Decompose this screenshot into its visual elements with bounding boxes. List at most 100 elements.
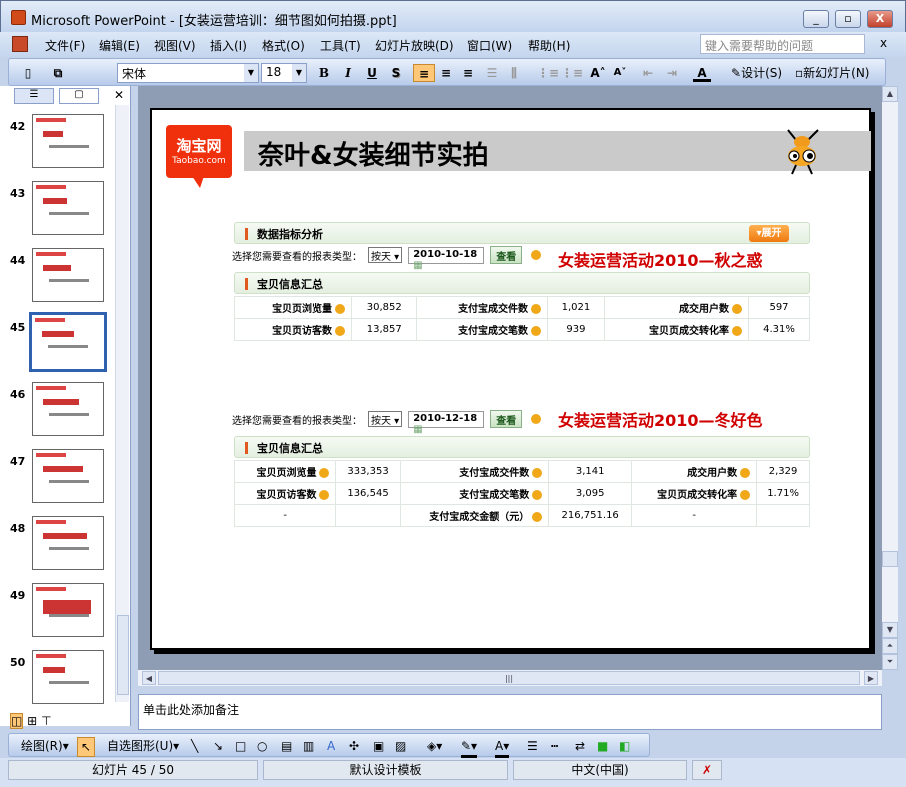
autoshapes-menu[interactable]: 自选图形(U)▾ bbox=[107, 737, 179, 755]
new-document-icon[interactable]: ▯ bbox=[19, 64, 37, 82]
next-slide-button[interactable]: ⏷ bbox=[882, 654, 898, 670]
slide-thumbnail[interactable] bbox=[32, 650, 104, 704]
slide-thumbnail[interactable] bbox=[32, 181, 104, 235]
oval-icon[interactable]: ○ bbox=[257, 737, 267, 755]
horizontal-scrollbar[interactable]: ◀ ||| ▶ bbox=[138, 670, 882, 686]
new-slide-button[interactable]: ▫新幻灯片(N) bbox=[795, 64, 869, 82]
menu-view[interactable]: 视图(V) bbox=[154, 37, 196, 54]
menu-format[interactable]: 格式(O) bbox=[262, 37, 305, 54]
line-icon[interactable]: ╲ bbox=[191, 737, 198, 755]
font-select[interactable]: 宋体 ▼ bbox=[117, 63, 259, 83]
increase-indent-icon[interactable]: ⇥ bbox=[663, 64, 681, 82]
justify-icon[interactable]: ☰ bbox=[483, 64, 501, 82]
arrow-icon[interactable]: ↘ bbox=[213, 737, 223, 755]
cell-text: 支付宝成交金额（元） bbox=[429, 512, 530, 523]
date-input[interactable]: 2010-10-18 ▦ bbox=[408, 246, 485, 271]
font-color-icon[interactable]: A bbox=[693, 64, 711, 82]
vertical-textbox-icon[interactable]: ▥ bbox=[303, 737, 314, 755]
slide-thumbnail[interactable] bbox=[32, 248, 104, 302]
bullets-icon[interactable]: ⋮≡ bbox=[561, 64, 583, 82]
picture-icon[interactable]: ▨ bbox=[395, 737, 406, 755]
3d-style-icon[interactable]: ◧ bbox=[619, 737, 630, 755]
draw-menu[interactable]: 绘图(R)▾ bbox=[21, 737, 69, 755]
menu-edit[interactable]: 编辑(E) bbox=[99, 37, 140, 54]
dash-style-icon[interactable]: ┅ bbox=[551, 737, 558, 755]
rectangle-icon[interactable]: □ bbox=[235, 737, 246, 755]
panel-title: 数据指标分析 bbox=[257, 228, 323, 241]
copy-icon[interactable]: ⧉ bbox=[49, 64, 67, 82]
slide-thumbnail[interactable] bbox=[32, 382, 104, 436]
document-icon[interactable] bbox=[12, 36, 28, 52]
menu-window[interactable]: 窗口(W) bbox=[467, 37, 512, 54]
align-right-button[interactable]: ≡ bbox=[459, 64, 477, 82]
scroll-up-button[interactable]: ▲ bbox=[882, 86, 898, 102]
bold-button[interactable]: B bbox=[315, 64, 333, 82]
arrow-style-icon[interactable]: ⇄ bbox=[575, 737, 585, 755]
menu-tools[interactable]: 工具(T) bbox=[320, 37, 361, 54]
normal-view-icon[interactable]: ◫ bbox=[10, 713, 24, 729]
distribute-icon[interactable]: ⫼ bbox=[505, 64, 523, 82]
line-color-icon[interactable]: ✎▾ bbox=[461, 737, 478, 758]
design-button[interactable]: ✎设计(S) bbox=[731, 64, 782, 82]
scroll-thumb[interactable]: ||| bbox=[158, 671, 860, 685]
restore-button[interactable]: ▫ bbox=[835, 10, 861, 28]
scroll-thumb[interactable] bbox=[117, 615, 129, 695]
close-button[interactable]: X bbox=[867, 10, 893, 28]
menu-help[interactable]: 帮助(H) bbox=[528, 37, 570, 54]
report-type-select[interactable]: 按天 ▾ bbox=[368, 247, 403, 263]
slide-thumbnail[interactable] bbox=[29, 312, 107, 372]
slideshow-icon[interactable]: ⊤ bbox=[41, 714, 51, 728]
date-input[interactable]: 2010-12-18 ▦ bbox=[408, 410, 485, 435]
help-search-input[interactable]: 键入需要帮助的问题 bbox=[700, 34, 865, 54]
menu-slideshow[interactable]: 幻灯片放映(D) bbox=[375, 37, 454, 54]
underline-button[interactable]: U bbox=[363, 64, 381, 82]
minimize-button[interactable]: _ bbox=[803, 10, 829, 28]
scroll-left-button[interactable]: ◀ bbox=[142, 671, 156, 685]
previous-slide-button[interactable]: ⏶ bbox=[882, 638, 898, 654]
textbox-icon[interactable]: ▤ bbox=[281, 737, 292, 755]
decrease-font-icon[interactable]: A˅ bbox=[611, 64, 629, 82]
cell-text: 宝贝页浏览量 bbox=[272, 304, 333, 315]
menu-file[interactable]: 文件(F) bbox=[45, 37, 85, 54]
increase-font-icon[interactable]: A˄ bbox=[589, 64, 607, 82]
scroll-right-button[interactable]: ▶ bbox=[864, 671, 878, 685]
scroll-thumb[interactable] bbox=[882, 551, 898, 567]
view-button[interactable]: 查看 bbox=[490, 410, 523, 428]
slides-pane-scrollbar[interactable] bbox=[115, 105, 129, 702]
slide-thumbnail[interactable] bbox=[32, 449, 104, 503]
menu-insert[interactable]: 插入(I) bbox=[210, 37, 247, 54]
shadow-style-icon[interactable]: ■ bbox=[597, 737, 608, 755]
slide-canvas[interactable]: 淘宝网 Taobao.com 奈叶&女装细节实拍 数据指标分析 ▾展开 选择您需要… bbox=[150, 108, 871, 650]
vertical-scrollbar[interactable]: ▲ ▼ ⏶ ⏷ bbox=[882, 86, 898, 670]
thumb-header bbox=[36, 118, 66, 122]
align-left-button[interactable]: ≡ bbox=[413, 64, 435, 82]
view-button[interactable]: 查看 bbox=[490, 246, 523, 264]
report-type-select[interactable]: 按天 ▾ bbox=[368, 411, 403, 427]
line-style-icon[interactable]: ☰ bbox=[527, 737, 538, 755]
help-close-button[interactable]: x bbox=[880, 36, 887, 50]
pane-close-button[interactable]: ✕ bbox=[114, 88, 124, 102]
slide-thumbnail[interactable] bbox=[32, 583, 104, 637]
outline-tab[interactable]: ☰ bbox=[14, 88, 54, 104]
scroll-down-button[interactable]: ▼ bbox=[882, 622, 898, 638]
italic-button[interactable]: I bbox=[339, 64, 357, 82]
slide-sorter-icon[interactable]: ⊞ bbox=[27, 714, 37, 728]
shadow-button[interactable]: S bbox=[387, 64, 405, 82]
font-color-icon[interactable]: A▾ bbox=[495, 737, 510, 758]
wordart-icon[interactable]: A bbox=[327, 737, 335, 755]
select-pointer-icon[interactable]: ↖ bbox=[77, 737, 96, 757]
slides-tab[interactable]: ▢ bbox=[59, 88, 99, 104]
diagram-icon[interactable]: ✣ bbox=[349, 737, 359, 755]
table-row: 宝贝页浏览量 333,353 支付宝成交件数 3,141 成交用户数 2,329 bbox=[233, 460, 810, 483]
align-center-button[interactable]: ≡ bbox=[437, 64, 455, 82]
spelling-check-icon[interactable]: ✗ bbox=[692, 760, 722, 780]
slide-thumbnail[interactable] bbox=[32, 114, 104, 168]
expand-button[interactable]: ▾展开 bbox=[749, 225, 789, 242]
clipart-icon[interactable]: ▣ bbox=[373, 737, 384, 755]
fill-color-icon[interactable]: ◈▾ bbox=[427, 737, 442, 755]
font-size-select[interactable]: 18 ▼ bbox=[261, 63, 307, 83]
decrease-indent-icon[interactable]: ⇤ bbox=[639, 64, 657, 82]
slide-thumbnail[interactable] bbox=[32, 516, 104, 570]
notes-pane[interactable]: 单击此处添加备注 bbox=[138, 694, 882, 730]
numbering-icon[interactable]: ⋮≡ bbox=[537, 64, 559, 82]
